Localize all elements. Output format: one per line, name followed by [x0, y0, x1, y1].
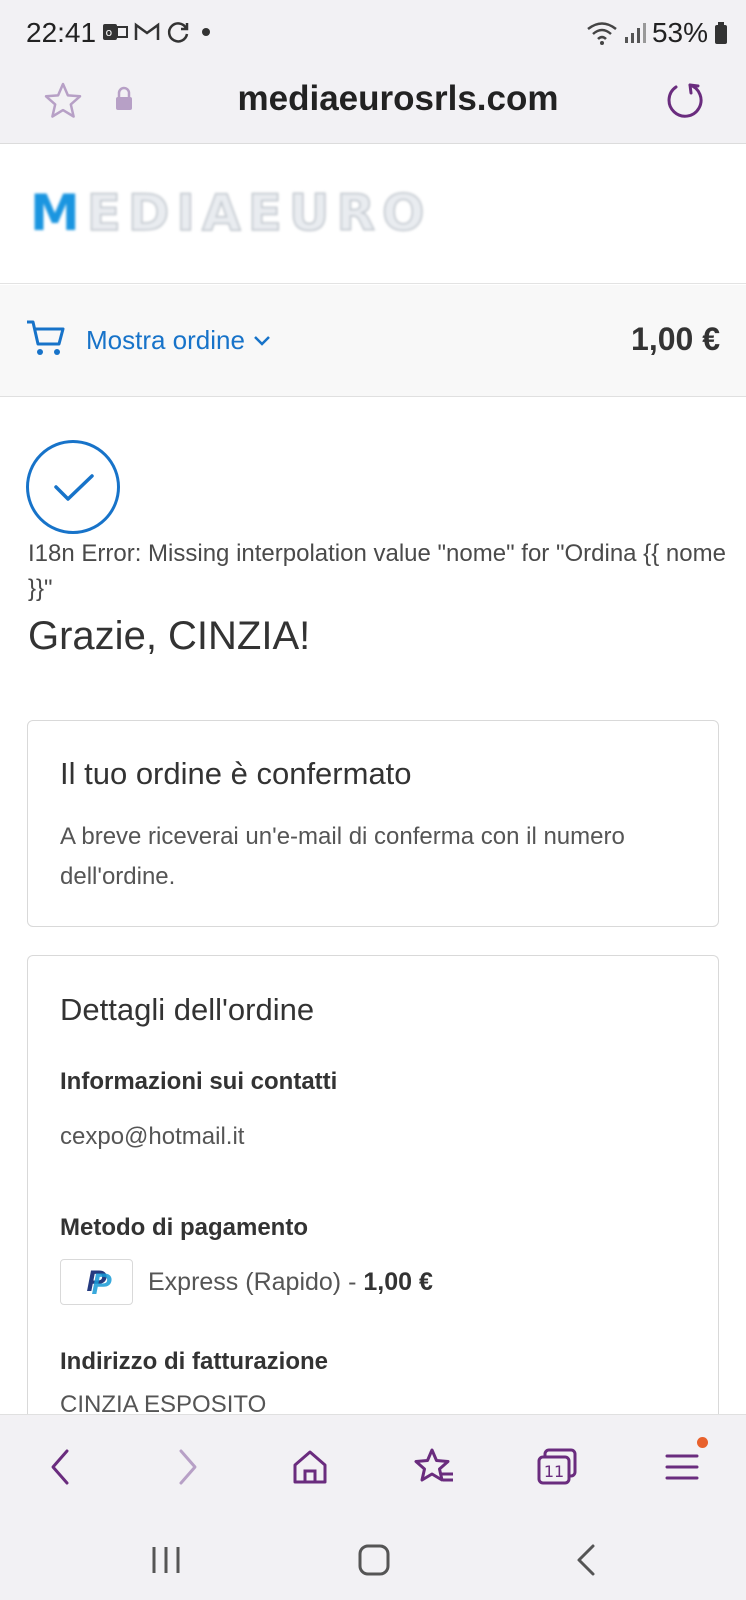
- contact-info-heading: Informazioni sui contatti: [60, 1068, 338, 1095]
- status-bar: 22:41 o 53%: [0, 0, 746, 66]
- site-header: MEDIAEURO: [0, 144, 746, 284]
- show-order-label: Mostra ordine: [86, 325, 245, 355]
- checkmark-circle-icon: [26, 440, 120, 534]
- notification-icons: o: [102, 20, 216, 44]
- tabs-icon: 11: [537, 1448, 577, 1485]
- forward-arrow-icon: [179, 1449, 197, 1485]
- recent-apps-icon: [152, 1547, 180, 1573]
- signal-icon: [624, 23, 646, 43]
- gmail-icon: [134, 22, 160, 40]
- home-system-button[interactable]: [344, 1532, 404, 1588]
- i18n-error-text: I18n Error: Missing interpolation value …: [28, 540, 726, 602]
- home-button[interactable]: [280, 1437, 340, 1497]
- payment-method-name: Express (Rapido): [148, 1267, 342, 1296]
- browser-url-bar: mediaeurosrls.com: [0, 66, 746, 144]
- forward-button[interactable]: [158, 1437, 218, 1497]
- notification-dot: [697, 1437, 708, 1448]
- system-back-icon: [577, 1544, 595, 1576]
- home-square-icon: [358, 1544, 390, 1576]
- menu-icon: [665, 1454, 699, 1480]
- back-button[interactable]: [30, 1437, 90, 1497]
- svg-text:o: o: [106, 26, 113, 39]
- home-icon: [293, 1450, 327, 1484]
- payment-method-heading: Metodo di pagamento: [60, 1214, 308, 1241]
- order-details-title: Dettagli dell'ordine: [60, 992, 315, 1027]
- order-total: 1,00 €: [631, 321, 720, 357]
- system-navigation-bar: [0, 1524, 746, 1600]
- tabs-button[interactable]: 11: [528, 1437, 588, 1497]
- battery-icon: [715, 22, 727, 44]
- billing-address-heading: Indirizzo di fatturazione: [60, 1348, 328, 1375]
- status-time: 22:41: [26, 17, 97, 48]
- back-system-button[interactable]: [556, 1532, 616, 1588]
- show-order-toggle[interactable]: Mostra ordine: [86, 325, 271, 356]
- cart-icon: [26, 319, 66, 362]
- reload-icon[interactable]: [664, 80, 704, 125]
- payment-separator: -: [341, 1267, 364, 1296]
- menu-button[interactable]: [652, 1437, 712, 1497]
- mediaeuro-logo[interactable]: MEDIAEURO: [30, 183, 432, 243]
- status-indicators: 53%: [586, 17, 728, 49]
- paypal-icon: PP: [60, 1259, 133, 1305]
- outlook-icon: o: [103, 24, 128, 40]
- bookmarks-icon: [414, 1448, 453, 1482]
- payment-method-row: PP Express (Rapido) - 1,00 €: [60, 1259, 433, 1305]
- chevron-down-icon: [254, 335, 270, 346]
- battery-percentage: 53%: [651, 17, 708, 48]
- order-confirmed-card: Il tuo ordine è confermato A breve ricev…: [27, 720, 719, 927]
- bookmarks-button[interactable]: [404, 1437, 464, 1497]
- url-address[interactable]: mediaeurosrls.com: [0, 79, 746, 119]
- order-confirmed-text: A breve riceverai un'e-mail di conferma …: [60, 823, 625, 890]
- order-confirmed-title: Il tuo ordine è confermato: [60, 756, 412, 791]
- dot-icon: [202, 28, 210, 36]
- wifi-icon: [587, 22, 617, 45]
- order-details-card: Dettagli dell'ordine Informazioni sui co…: [27, 955, 719, 1418]
- contact-email: cexpo@hotmail.it: [60, 1123, 245, 1150]
- order-summary-bar: Mostra ordine 1,00 €: [0, 285, 746, 397]
- recent-apps-button[interactable]: [136, 1532, 196, 1588]
- back-arrow-icon: [51, 1449, 69, 1485]
- sync-icon: [167, 22, 189, 43]
- thanks-heading: Grazie, CINZIA!: [28, 614, 311, 658]
- browser-bottom-nav: 11: [0, 1414, 746, 1524]
- payment-amount: 1,00 €: [363, 1267, 433, 1296]
- tab-count: 11: [544, 1462, 564, 1481]
